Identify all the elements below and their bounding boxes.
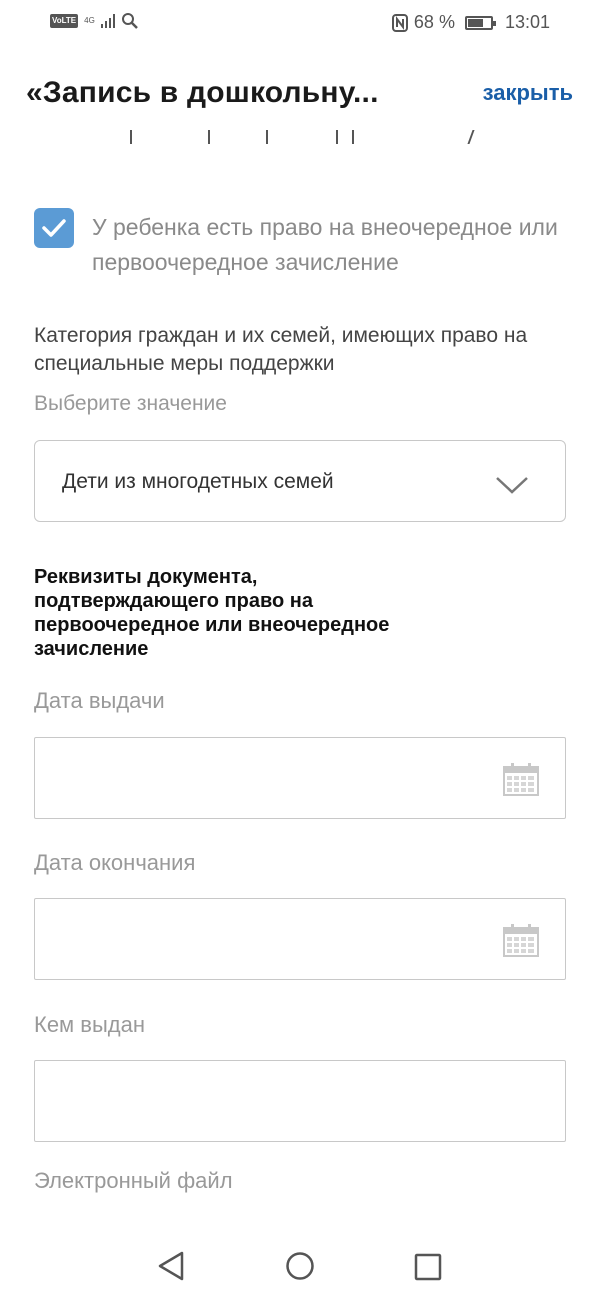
clipped-glyphs bbox=[0, 130, 600, 144]
back-icon[interactable] bbox=[156, 1250, 186, 1282]
status-bar: VoLTE 4G 68 % 13:01 bbox=[0, 0, 600, 46]
clock: 13:01 bbox=[504, 12, 550, 32]
document-section-title: Реквизиты документа, подтверждающего пра… bbox=[34, 566, 390, 660]
app-header: «Запись в дошкольну... закрыть bbox=[0, 70, 600, 130]
status-left: VoLTE 4G bbox=[50, 12, 139, 30]
checkmark-icon bbox=[42, 219, 66, 237]
network-type: 4G bbox=[84, 16, 95, 25]
calendar-icon[interactable] bbox=[503, 762, 539, 796]
system-nav-bar bbox=[0, 1240, 600, 1299]
issued-by-input[interactable] bbox=[34, 1060, 566, 1142]
search-icon bbox=[121, 13, 138, 29]
priority-checkbox-label[interactable]: У ребенка есть право на внеочередное или… bbox=[92, 210, 572, 280]
end-date-input[interactable] bbox=[34, 898, 566, 980]
status-right: 68 % 13:01 bbox=[391, 12, 550, 33]
scrolled-text-remnant bbox=[0, 130, 600, 144]
category-selected-value: Дети из многодетных семей bbox=[62, 470, 334, 493]
signal-icon bbox=[100, 14, 115, 28]
recent-apps-icon[interactable] bbox=[414, 1253, 442, 1281]
category-select[interactable]: Дети из многодетных семей bbox=[34, 440, 566, 522]
battery-icon bbox=[464, 15, 496, 30]
close-link[interactable]: закрыть bbox=[483, 80, 573, 106]
home-icon[interactable] bbox=[285, 1250, 315, 1282]
issued-by-label: Кем выдан bbox=[34, 1012, 146, 1037]
priority-checkbox[interactable] bbox=[34, 208, 74, 248]
category-label: Категория граждан и их семей, имеющих пр… bbox=[34, 324, 528, 375]
file-label: Электронный файл bbox=[34, 1168, 233, 1193]
nfc-icon bbox=[391, 13, 408, 32]
page-title: «Запись в дошкольну... bbox=[26, 76, 379, 109]
issue-date-label: Дата выдачи bbox=[34, 688, 165, 713]
chevron-down-icon bbox=[496, 477, 528, 494]
calendar-icon[interactable] bbox=[503, 923, 539, 957]
issue-date-input[interactable] bbox=[34, 737, 566, 819]
end-date-label: Дата окончания bbox=[34, 850, 196, 875]
battery-percent: 68 % bbox=[413, 12, 455, 32]
category-hint: Выберите значение bbox=[34, 392, 227, 415]
volte-badge: VoLTE bbox=[50, 14, 79, 28]
